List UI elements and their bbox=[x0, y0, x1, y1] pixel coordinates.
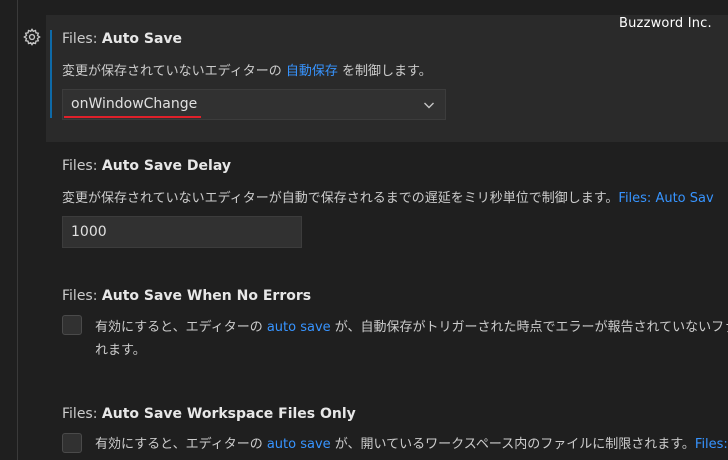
desc-text: 有効にすると、エディターの bbox=[95, 437, 267, 452]
auto-save-link[interactable]: 自動保存 bbox=[286, 64, 338, 79]
setting-name: Auto Save When No Errors bbox=[101, 288, 312, 304]
editor-left-border bbox=[17, 0, 18, 460]
dropdown-selected-value: onWindowChange bbox=[71, 96, 198, 112]
auto-save-link[interactable]: auto save bbox=[267, 437, 331, 452]
desc-text-end: が、自動保存がトリガーされた時点でエラーが報告されていないファイ bbox=[330, 320, 728, 335]
watermark: Buzzword Inc. bbox=[619, 16, 712, 31]
desc-text: 変更が保存されていないエディターの bbox=[62, 64, 286, 79]
auto-save-delay-title: Files: Auto Save Delay bbox=[62, 158, 231, 174]
setting-category: Files: bbox=[62, 158, 102, 174]
setting-name: Auto Save Workspace Files Only bbox=[101, 406, 356, 422]
auto-save-delay-field[interactable] bbox=[62, 216, 302, 248]
setting-name: Auto Save Delay bbox=[101, 158, 231, 174]
auto-save-workspace-description: 有効にすると、エディターの auto save が、開いているワークスペース内の… bbox=[95, 433, 728, 452]
files-auto-save-link[interactable]: Files: Au bbox=[695, 437, 728, 452]
auto-save-workspace-title: Files: Auto Save Workspace Files Only bbox=[62, 406, 356, 422]
red-underline-annotation bbox=[64, 116, 201, 118]
auto-save-link[interactable]: auto save bbox=[267, 320, 331, 335]
desc-text: 有効にすると、エディターの bbox=[95, 320, 267, 335]
auto-save-no-errors-title: Files: Auto Save When No Errors bbox=[62, 288, 311, 304]
files-auto-save-link[interactable]: Files: Auto Sav bbox=[618, 191, 713, 206]
setting-category: Files: bbox=[62, 31, 102, 47]
setting-name: Auto Save bbox=[101, 31, 183, 47]
auto-save-delay-description: 変更が保存されていないエディターが自動で保存されるまでの遅延をミリ秒単位で制御し… bbox=[62, 187, 728, 206]
auto-save-no-errors-checkbox[interactable] bbox=[62, 315, 82, 335]
setting-category: Files: bbox=[62, 288, 102, 304]
auto-save-delay-input[interactable] bbox=[63, 217, 301, 247]
gear-icon[interactable] bbox=[23, 28, 41, 46]
desc-text-end: を制御します。 bbox=[337, 64, 432, 79]
focus-indicator bbox=[50, 30, 52, 118]
setting-category: Files: bbox=[62, 406, 102, 422]
desc-text-mid: が、開いているワークスペース内のファイルに制限されます。 bbox=[330, 437, 695, 452]
auto-save-workspace-checkbox[interactable] bbox=[62, 433, 82, 453]
desc-text: 変更が保存されていないエディターが自動で保存されるまでの遅延をミリ秒単位で制御し… bbox=[62, 191, 619, 206]
auto-save-no-errors-description-line2: れます。 bbox=[95, 343, 146, 358]
auto-save-title: Files: Auto Save bbox=[62, 31, 182, 47]
chevron-down-icon bbox=[423, 99, 435, 111]
auto-save-no-errors-description: 有効にすると、エディターの auto save が、自動保存がトリガーされた時点… bbox=[95, 316, 728, 335]
auto-save-description: 変更が保存されていないエディターの 自動保存 を制御します。 bbox=[62, 60, 432, 79]
